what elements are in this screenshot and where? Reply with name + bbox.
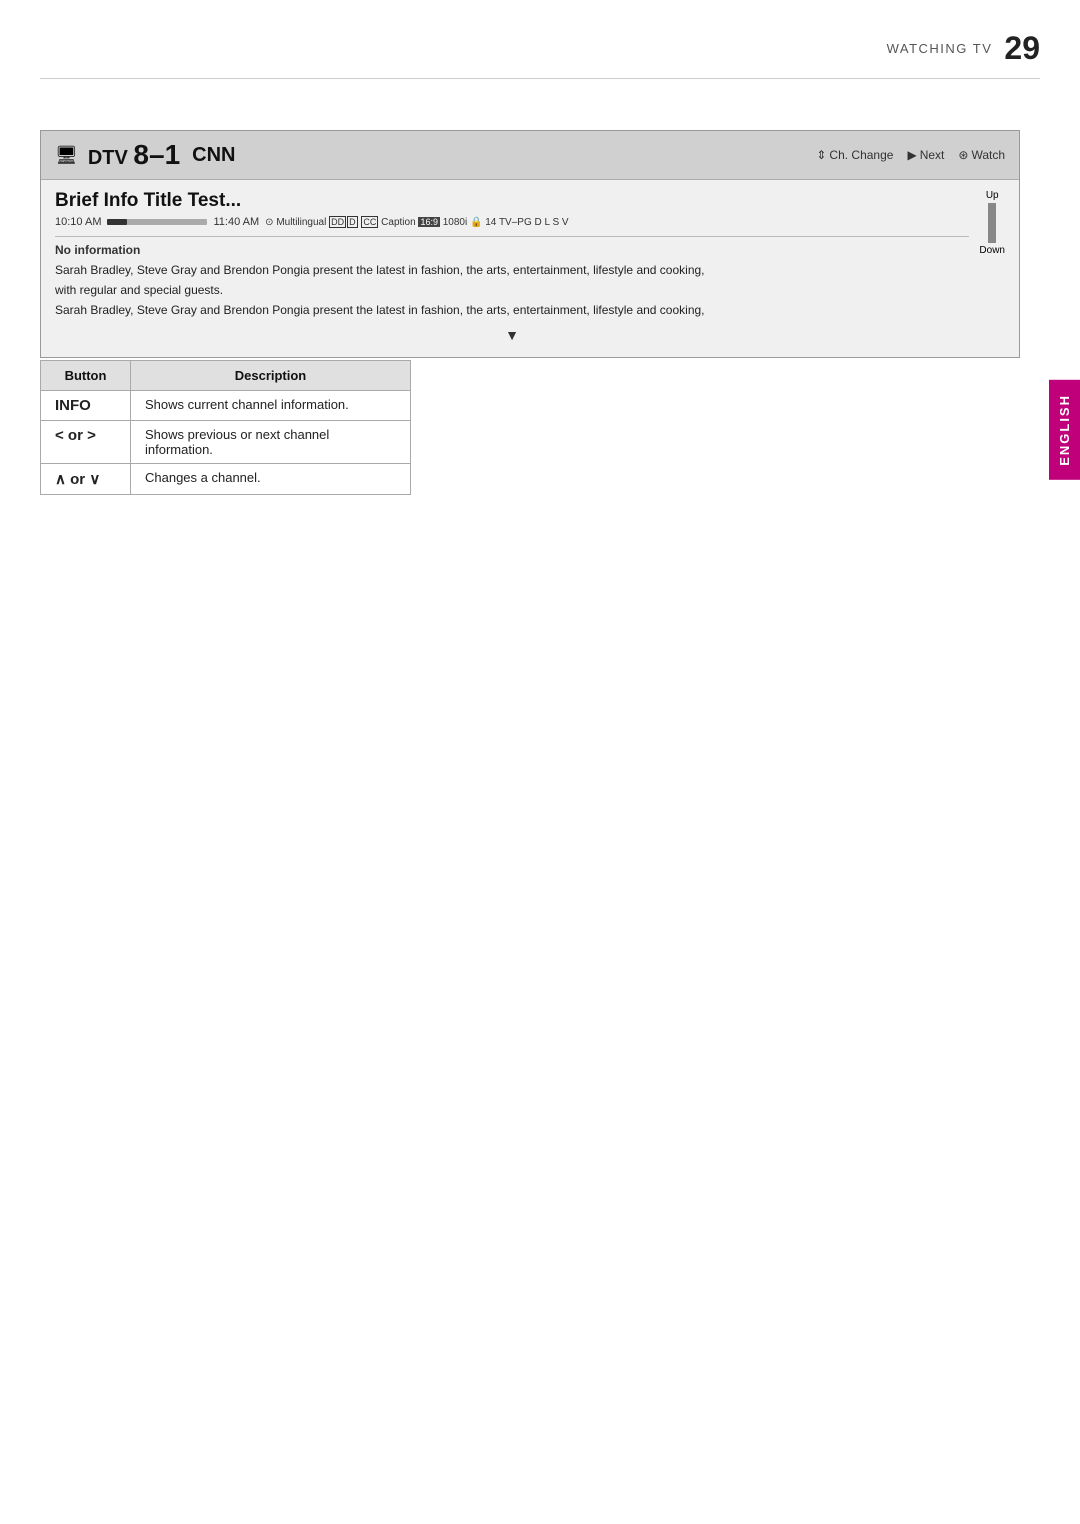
table-row: < or >Shows previous or next channel inf… — [41, 421, 411, 464]
header-title: WATCHING TV — [887, 41, 993, 56]
down-arrow: ▼ — [55, 327, 969, 343]
watch-icon: ⊛ — [958, 148, 968, 162]
time-bar-fill — [107, 219, 127, 225]
table-cell-button: INFO — [41, 391, 131, 421]
channel-prefix: DTV 8–1 — [88, 139, 180, 171]
info-panel-body-inner: Brief Info Title Test... 10:10 AM 11:40 … — [55, 190, 1005, 343]
next-label: Next — [920, 148, 945, 162]
info-panel: 🖥 DTV 8–1 CNN ⇕ Ch. Change ▶ Next ⊛ Watc… — [40, 130, 1020, 358]
time-icons: ⊙ Multilingual DDD CC Caption 16:9 1080i… — [265, 217, 568, 228]
table-row: INFOShows current channel information. — [41, 391, 411, 421]
table-cell-description: Shows previous or next channel informati… — [131, 421, 411, 464]
info-panel-topbar: 🖥 DTV 8–1 CNN ⇕ Ch. Change ▶ Next ⊛ Watc… — [41, 131, 1019, 180]
scroll-controls: Up Down — [979, 190, 1005, 256]
ch-change-control[interactable]: ⇕ Ch. Change — [816, 148, 893, 162]
scroll-down-label: Down — [979, 245, 1005, 256]
description-line-2: with regular and special guests. — [55, 281, 969, 299]
channel-number: 8–1 — [133, 139, 180, 170]
topbar-controls: ⇕ Ch. Change ▶ Next ⊛ Watch — [816, 148, 1005, 162]
description-line-1: Sarah Bradley, Steve Gray and Brendon Po… — [55, 261, 969, 279]
time-end: 11:40 AM — [213, 216, 259, 228]
tv-icon: 🖥 — [55, 145, 78, 166]
time-start: 10:10 AM — [55, 216, 101, 228]
table-cell-description: Changes a channel. — [131, 464, 411, 495]
program-title: Brief Info Title Test... — [55, 190, 969, 212]
next-icon: ▶ — [907, 148, 916, 162]
scroll-bar[interactable] — [988, 203, 996, 243]
ch-change-label: Ch. Change — [829, 148, 893, 162]
no-info-label: No information — [55, 236, 969, 257]
english-tab: ENGLISH — [1049, 380, 1080, 480]
ch-change-icon: ⇕ — [816, 148, 826, 162]
scroll-up-label: Up — [986, 190, 999, 201]
reference-table: Button Description INFOShows current cha… — [40, 360, 411, 495]
channel-name: CNN — [192, 144, 235, 167]
header-divider — [40, 78, 1040, 79]
time-bar — [107, 219, 207, 225]
channel-info: 🖥 DTV 8–1 CNN — [55, 139, 235, 171]
table-cell-button: ∧ or ∨ — [41, 464, 131, 495]
col-header-description: Description — [131, 361, 411, 391]
time-row: 10:10 AM 11:40 AM ⊙ Multilingual DDD CC … — [55, 216, 969, 228]
col-header-button: Button — [41, 361, 131, 391]
time-bar-bg — [107, 219, 207, 225]
info-panel-body: Brief Info Title Test... 10:10 AM 11:40 … — [41, 180, 1019, 357]
description-line-3: Sarah Bradley, Steve Gray and Brendon Po… — [55, 301, 969, 319]
page-header: WATCHING TV 29 — [887, 30, 1040, 67]
next-control[interactable]: ▶ Next — [907, 148, 944, 162]
watch-label: Watch — [971, 148, 1005, 162]
table-cell-button: < or > — [41, 421, 131, 464]
table-row: ∧ or ∨Changes a channel. — [41, 464, 411, 495]
watch-control[interactable]: ⊛ Watch — [958, 148, 1005, 162]
page-number: 29 — [1004, 30, 1040, 67]
table-cell-description: Shows current channel information. — [131, 391, 411, 421]
